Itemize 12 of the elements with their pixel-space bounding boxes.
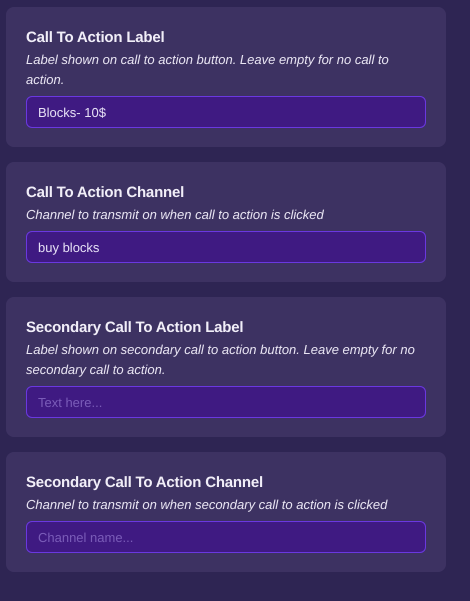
- input-field[interactable]: Channel name...: [26, 521, 426, 553]
- setting-title: Secondary Call To Action Label: [26, 318, 244, 338]
- input-field[interactable]: buy blocks: [26, 231, 426, 263]
- setting-description: Channel to transmit on when call to action is clicked: [26, 206, 325, 224]
- setting-title: Call To Action Channel: [26, 183, 186, 203]
- setting-title: Call To Action Label: [26, 28, 166, 48]
- setting-description: Label shown on call to action button. Leave empty for no call to action.: [26, 51, 390, 89]
- input-field[interactable]: Text here...: [26, 386, 426, 418]
- input-field[interactable]: Blocks- 10$: [26, 96, 426, 128]
- setting-description: Label shown on secondary call to action button. Leave empty for no secondary call to action.: [26, 341, 416, 379]
- setting-description: Channel to transmit on when secondary call to action is clicked: [26, 496, 389, 514]
- setting-title: Secondary Call To Action Channel: [26, 473, 264, 493]
